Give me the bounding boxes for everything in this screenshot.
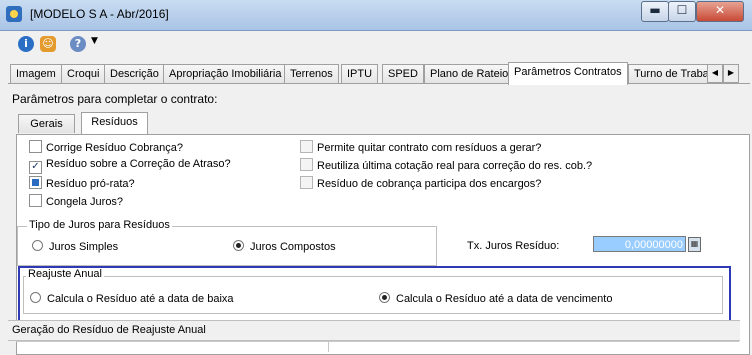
checkbox-residuo-correcao-atraso[interactable]: ✓ Resíduo sobre a Correção de Atraso?	[29, 158, 231, 174]
radio-button[interactable]	[233, 240, 244, 251]
tab-imagem[interactable]: Imagem	[10, 64, 62, 84]
user-icon[interactable]: ☺	[40, 36, 56, 52]
tab-plano-de-rateio[interactable]: Plano de Rateio	[424, 64, 515, 84]
taxa-juros-input[interactable]: 0,00000000	[593, 236, 686, 252]
tab-descricao[interactable]: Descrição	[104, 64, 165, 84]
checkbox-permite-quitar[interactable]: Permite quitar contrato com resíduos a g…	[300, 140, 541, 154]
checkbox-residuo-participa-encargos[interactable]: Resíduo de cobrança participa dos encarg…	[300, 176, 541, 190]
checkbox-label: Permite quitar contrato com resíduos a g…	[317, 142, 542, 154]
radio-label: Juros Simples	[49, 241, 119, 253]
radio-button[interactable]	[30, 292, 41, 303]
toolbar: i ☺ ? ▼	[0, 31, 752, 57]
checkbox-label: Resíduo sobre a Correção de Atraso?	[46, 158, 231, 170]
help-icon[interactable]: ?	[70, 36, 86, 52]
checkbox-label: Resíduo pró-rata?	[46, 178, 135, 190]
checkbox-residuo-pro-rata[interactable]: Resíduo pró-rata?	[29, 176, 135, 190]
radio-juros-simples[interactable]: Juros Simples	[32, 240, 118, 253]
geracao-left-panel	[16, 341, 329, 352]
tab-apropriacao-imobiliaria[interactable]: Apropriação Imobiliária	[163, 64, 288, 84]
calculator-icon[interactable]: ▦	[688, 237, 701, 252]
subtab-residuos[interactable]: Resíduos	[81, 112, 148, 134]
tab-scroll-left-icon[interactable]: ◀	[707, 64, 723, 83]
checkbox-box[interactable]	[300, 158, 313, 171]
checkbox-box[interactable]	[300, 140, 313, 153]
title-bar: [MODELO S A - Abr/2016] ▬ ☐ ✕	[0, 0, 752, 31]
dropdown-caret-icon[interactable]: ▼	[91, 36, 98, 46]
tab-turno-de-trabalho[interactable]: Turno de Traba	[628, 64, 714, 84]
tab-croqui[interactable]: Croqui	[61, 64, 106, 84]
tab-sped[interactable]: SPED	[382, 64, 424, 84]
close-button[interactable]: ✕	[696, 1, 744, 22]
radio-button[interactable]	[32, 240, 43, 251]
section-title: Parâmetros para completar o contrato:	[12, 92, 218, 106]
checkbox-label: Resíduo de cobrança participa dos encarg…	[317, 178, 542, 190]
geracao-title: Geração do Resíduo de Reajuste Anual	[12, 324, 206, 336]
app-icon	[6, 6, 22, 22]
reajuste-group-legend: Reajuste Anual	[26, 268, 104, 280]
radio-label: Calcula o Resíduo até a data de baixa	[47, 293, 234, 305]
tab-parametros-contratos[interactable]: Parâmetros Contratos	[508, 62, 628, 85]
main-tabs: Imagem Croqui Descrição Apropriação Imob…	[10, 62, 750, 85]
radio-calcula-data-baixa[interactable]: Calcula o Resíduo até a data de baixa	[30, 292, 234, 305]
checkbox-box[interactable]: ✓	[29, 161, 42, 174]
checkbox-box[interactable]	[300, 176, 313, 189]
checkbox-label: Congela Juros?	[46, 196, 124, 208]
checkbox-label: Reutiliza última cotação real para corre…	[317, 160, 593, 172]
radio-calcula-data-vencimento[interactable]: Calcula o Resíduo até a data de vencimen…	[379, 292, 612, 305]
checkbox-box[interactable]	[29, 194, 42, 207]
tab-iptu[interactable]: IPTU	[341, 64, 379, 84]
checkbox-congela-juros[interactable]: Congela Juros?	[29, 194, 123, 208]
checkbox-corrige-residuo[interactable]: Corrige Resíduo Cobrança?	[29, 140, 183, 154]
checkbox-label: Corrige Resíduo Cobrança?	[46, 142, 183, 154]
radio-button[interactable]	[379, 292, 390, 303]
checkbox-reutiliza-cotacao[interactable]: Reutiliza última cotação real para corre…	[300, 158, 592, 172]
radio-label: Calcula o Resíduo até a data de vencimen…	[396, 293, 613, 305]
geracao-right-panel	[329, 341, 739, 352]
maximize-button[interactable]: ☐	[668, 1, 696, 22]
taxa-juros-label: Tx. Juros Resíduo:	[467, 240, 560, 252]
subtab-gerais[interactable]: Gerais	[18, 114, 75, 133]
minimize-button[interactable]: ▬	[641, 1, 669, 22]
checkbox-box[interactable]	[29, 176, 42, 189]
info-icon[interactable]: i	[18, 36, 34, 52]
checkbox-box[interactable]	[29, 140, 42, 153]
tab-scroll-right-icon[interactable]: ▶	[723, 64, 739, 83]
radio-juros-compostos[interactable]: Juros Compostos	[233, 240, 336, 253]
tab-terrenos[interactable]: Terrenos	[284, 64, 339, 84]
window-title: [MODELO S A - Abr/2016]	[30, 7, 169, 21]
geracao-section: Geração do Resíduo de Reajuste Anual	[8, 320, 740, 341]
radio-label: Juros Compostos	[250, 241, 336, 253]
juros-group-legend: Tipo de Juros para Resíduos	[27, 219, 172, 231]
